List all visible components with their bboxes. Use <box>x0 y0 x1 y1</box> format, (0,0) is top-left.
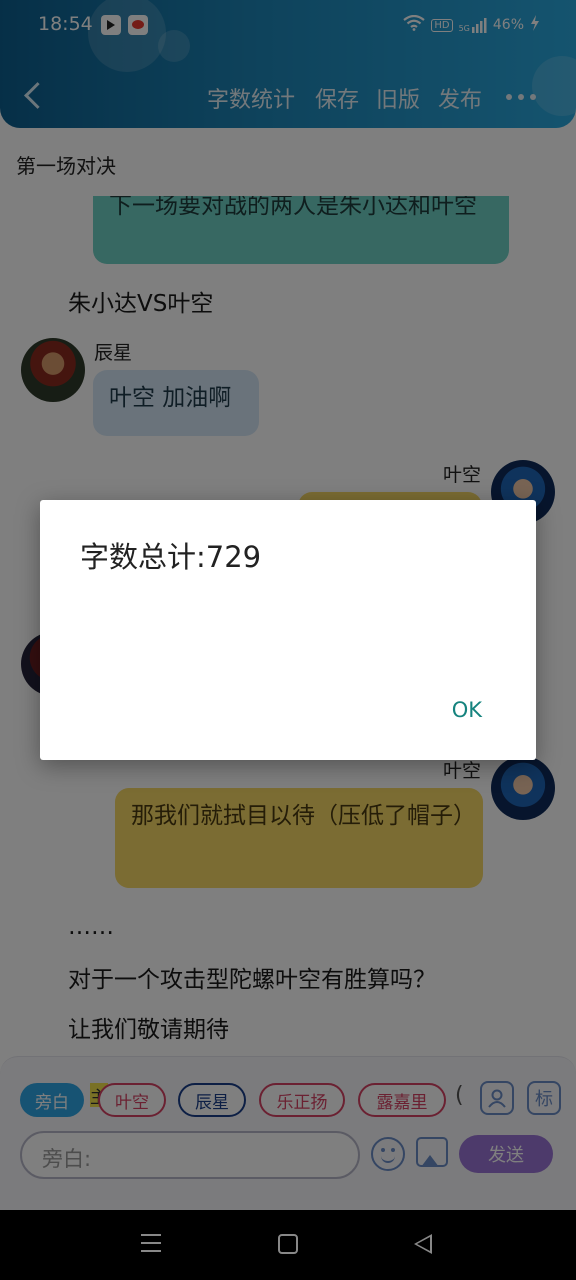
ok-button[interactable]: OK <box>452 698 482 722</box>
home-icon[interactable] <box>278 1234 298 1254</box>
system-navigation-bar <box>0 1210 576 1280</box>
menu-icon[interactable] <box>141 1234 161 1252</box>
back-triangle-icon[interactable] <box>414 1234 432 1254</box>
dialog-message: 字数总计:729 <box>80 540 262 574</box>
word-count-dialog: 字数总计:729 OK <box>40 500 536 760</box>
